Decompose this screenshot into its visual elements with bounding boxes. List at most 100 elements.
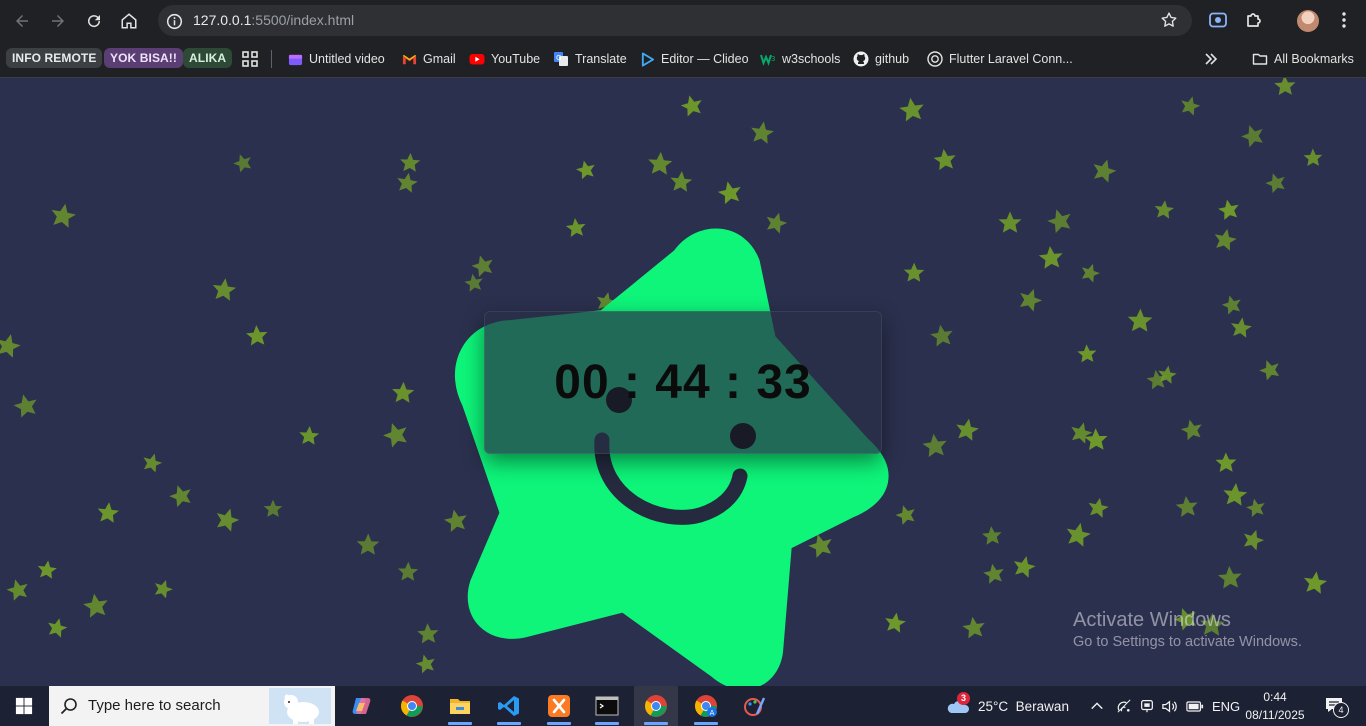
- clock-date: 08/11/2025: [1245, 708, 1305, 722]
- small-star: [231, 151, 255, 174]
- vscode-icon: [498, 696, 519, 716]
- youtube-icon: [469, 51, 485, 67]
- gmail-icon: [401, 51, 417, 67]
- bookmark-star-icon[interactable]: [1160, 11, 1178, 29]
- running-indicator: [547, 722, 571, 725]
- menu-icon[interactable]: [1334, 10, 1354, 30]
- battery-icon[interactable]: [1186, 686, 1204, 726]
- all-bookmarks-button[interactable]: All Bookmarks: [1252, 49, 1354, 69]
- small-star: [1240, 526, 1267, 552]
- taskbar-vscode[interactable]: [487, 686, 531, 726]
- url-text[interactable]: 127.0.0.1:5500/index.html: [193, 12, 354, 28]
- small-star: [1078, 260, 1102, 284]
- small-star: [395, 170, 420, 194]
- search-icon: [60, 698, 77, 715]
- taskbar-chrome[interactable]: [390, 686, 434, 726]
- taskbar-copilot[interactable]: [340, 686, 384, 726]
- small-star: [1215, 452, 1237, 473]
- file-explorer-icon: [450, 699, 470, 714]
- bookmarks-separator: [271, 50, 272, 68]
- small-star: [716, 179, 744, 206]
- bookmark-flutter-laravel[interactable]: Flutter Laravel Conn...: [927, 49, 1073, 69]
- running-indicator: [497, 722, 521, 725]
- small-star: [1302, 569, 1329, 595]
- back-icon[interactable]: [9, 8, 35, 34]
- taskbar-paint[interactable]: [733, 686, 777, 726]
- forward-icon[interactable]: [45, 8, 71, 34]
- github-icon: [853, 51, 869, 67]
- small-star: [1179, 417, 1205, 442]
- small-star: [893, 502, 919, 527]
- running-indicator: [644, 722, 668, 725]
- small-star: [763, 209, 790, 235]
- taskbar-terminal[interactable]: [585, 686, 629, 726]
- bookmark-gmail[interactable]: Gmail: [401, 49, 456, 69]
- small-star: [981, 561, 1006, 585]
- small-star: [921, 432, 949, 458]
- tray-overflow-chevron-icon[interactable]: [1090, 686, 1104, 726]
- weather-widget[interactable]: 3 25°C Berawan: [945, 686, 1069, 726]
- network-device-icon[interactable]: [1139, 686, 1155, 726]
- address-bar[interactable]: 127.0.0.1:5500/index.html: [158, 5, 1192, 36]
- small-star: [565, 217, 587, 238]
- small-star: [981, 525, 1003, 546]
- more-bookmarks-chevron-icon[interactable]: [1203, 49, 1219, 69]
- activate-windows-watermark: Activate Windows Go to Settings to activ…: [1073, 609, 1302, 650]
- weather-text: 25°C Berawan: [978, 698, 1069, 714]
- bookmark-clideo[interactable]: Editor — Clideo: [639, 49, 749, 69]
- bookmark-group-alika[interactable]: ALIKA: [183, 48, 233, 68]
- small-star: [1127, 308, 1153, 332]
- small-star: [1303, 148, 1323, 167]
- small-star: [140, 450, 165, 474]
- taskbar-chrome-active[interactable]: [634, 686, 678, 726]
- translate-icon: G: [553, 51, 569, 67]
- system-clock[interactable]: 0:44 08/11/2025: [1242, 688, 1308, 724]
- extensions-icon[interactable]: [1244, 10, 1264, 30]
- small-star: [380, 419, 412, 449]
- taskbar-chrome-profile[interactable]: A: [684, 686, 728, 726]
- taskbar-search-box[interactable]: Type here to search: [49, 686, 335, 726]
- screenshot-icon[interactable]: [1208, 10, 1228, 30]
- small-star: [36, 559, 58, 580]
- paint-icon: [744, 697, 766, 716]
- copilot-icon: [352, 698, 371, 714]
- search-placeholder: Type here to search: [88, 697, 221, 714]
- page-viewport: 00 : 44 : 33 Activate Windows Go to Sett…: [0, 78, 1366, 686]
- bookmark-translate[interactable]: G Translate: [553, 49, 627, 69]
- bookmark-group-yok-bisa[interactable]: YOK BISA!!: [104, 48, 183, 68]
- reload-icon[interactable]: [81, 8, 107, 34]
- bookmark-w3schools[interactable]: 3 w3schools: [760, 49, 840, 69]
- small-star: [469, 252, 497, 278]
- small-star: [998, 211, 1022, 233]
- small-star: [883, 610, 907, 634]
- taskbar-xampp[interactable]: [537, 686, 581, 726]
- home-icon[interactable]: [116, 8, 142, 34]
- volume-icon[interactable]: [1161, 686, 1178, 726]
- bookmark-github[interactable]: github: [853, 49, 909, 69]
- small-star: [1222, 481, 1248, 507]
- site-info-icon[interactable]: [164, 11, 184, 31]
- small-star: [1174, 494, 1199, 518]
- small-star: [1178, 93, 1203, 117]
- bookmark-untitled-video[interactable]: Untitled video: [287, 49, 385, 69]
- w3schools-icon: 3: [760, 51, 776, 67]
- bookmark-label: Flutter Laravel Conn...: [949, 52, 1073, 66]
- small-star: [647, 150, 673, 176]
- notification-center-icon[interactable]: 4: [1324, 686, 1349, 726]
- watermark-title: Activate Windows: [1073, 609, 1231, 631]
- small-star: [96, 501, 120, 524]
- small-star: [11, 391, 40, 419]
- apps-grid-icon[interactable]: [241, 49, 259, 69]
- taskbar-file-explorer[interactable]: [438, 686, 482, 726]
- small-star: [749, 119, 776, 145]
- small-star: [669, 170, 693, 193]
- language-indicator[interactable]: ENG: [1212, 686, 1240, 726]
- windows-start-icon[interactable]: [0, 686, 48, 726]
- running-indicator: [448, 722, 472, 725]
- bookmark-group-info-remote[interactable]: INFO REMOTE: [6, 48, 103, 68]
- small-star: [4, 576, 31, 602]
- bookmark-label: Untitled video: [309, 52, 385, 66]
- wifi-icon[interactable]: [1116, 686, 1133, 726]
- profile-avatar[interactable]: [1297, 10, 1319, 32]
- bookmark-youtube[interactable]: YouTube: [469, 49, 540, 69]
